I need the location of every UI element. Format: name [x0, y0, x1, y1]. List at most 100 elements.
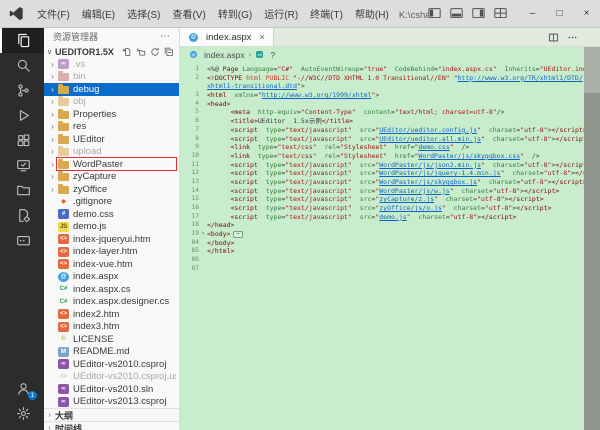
fold-collapsed-icon[interactable]: ›	[199, 230, 207, 239]
activity-search-button[interactable]	[0, 53, 44, 78]
code-line[interactable]: 7 <script type="text/javascript" src="UE…	[180, 126, 600, 135]
tree-item-zyoffice[interactable]: ›zyOffice	[44, 183, 179, 196]
code-line[interactable]: 1<%@ Page Language="C#" AutoEventWireup=…	[180, 65, 600, 74]
code-line[interactable]: 6 <title>UEditor 1.5x示例</title>	[180, 117, 600, 126]
tree-item-.vs[interactable]: ›∞.vs	[44, 58, 179, 71]
activity-remote-explorer-button[interactable]	[0, 153, 44, 178]
layout-sidebar-right-icon[interactable]	[472, 7, 485, 20]
menu-转到[interactable]: 转到(G)	[212, 2, 258, 25]
code-line[interactable]: 17 <script type="text/javascript" src="d…	[180, 213, 600, 222]
collapse-all-icon[interactable]	[164, 47, 174, 57]
code-line[interactable]: 2<!DOCTYPE html PUBLIC "-//W3C//DTD XHTM…	[180, 74, 600, 83]
refresh-icon[interactable]	[150, 47, 160, 57]
tree-item-debug[interactable]: ›debug	[44, 83, 179, 96]
tree-item-index.aspx[interactable]: @index.aspx	[44, 271, 179, 284]
tree-item-res[interactable]: ›res	[44, 121, 179, 134]
tree-item-readme.md[interactable]: MREADME.md	[44, 346, 179, 359]
activity-account-button[interactable]: 1	[0, 376, 44, 401]
layout-panel-bottom-icon[interactable]	[450, 7, 463, 20]
code-line[interactable]: 9 <link type="text/css" rel="Stylesheet"…	[180, 143, 600, 152]
tree-item-zycapture[interactable]: ›zyCapture	[44, 171, 179, 184]
breadcrumb-item[interactable]: <>?	[255, 50, 275, 60]
tree-item-index.aspx.designer.cs[interactable]: C#index.aspx.designer.cs	[44, 296, 179, 309]
minimap[interactable]	[584, 47, 600, 430]
menu-终端[interactable]: 终端(T)	[304, 2, 349, 25]
layout-sidebar-left-icon[interactable]	[428, 7, 441, 20]
project-section-header[interactable]: ∨ UEDITOR1.5X	[44, 45, 179, 58]
code-line[interactable]: 85</html>	[180, 247, 600, 256]
activity-extensions-button[interactable]	[0, 128, 44, 153]
activity-terminal-box-button[interactable]	[0, 228, 44, 253]
activity-explorer-button[interactable]	[0, 28, 44, 53]
menu-选择[interactable]: 选择(S)	[121, 2, 166, 25]
code-line[interactable]: 12 <script type="text/javascript" src="W…	[180, 169, 600, 178]
menu-查看[interactable]: 查看(V)	[166, 2, 211, 25]
tree-item-ueditor[interactable]: ›UEditor	[44, 133, 179, 146]
minimize-button[interactable]: –	[519, 0, 546, 27]
code-line[interactable]: 10 <link type="text/css" rel="Stylesheet…	[180, 152, 600, 161]
folded-region-badge[interactable]: ⋯	[233, 231, 242, 238]
tree-item-.gitignore[interactable]: ◆.gitignore	[44, 196, 179, 209]
code-line[interactable]: 84</body>	[180, 239, 600, 248]
code-line[interactable]: 18</head>	[180, 221, 600, 230]
code-line[interactable]: 11 <script type="text/javascript" src="W…	[180, 161, 600, 170]
code-line[interactable]: 16 <script type="text/javascript" src="z…	[180, 204, 600, 213]
split-editor-icon[interactable]	[548, 32, 559, 43]
code-line[interactable]: 8 <script type="text/javascript" src="UE…	[180, 135, 600, 144]
tree-item-upload[interactable]: ›upload	[44, 146, 179, 159]
tree-item-license[interactable]: ©LICENSE	[44, 333, 179, 346]
code-line[interactable]: 86	[180, 256, 600, 265]
breadcrumb-item[interactable]: @index.aspx	[189, 50, 245, 60]
code-line[interactable]: 14 <script type="text/javascript" src="W…	[180, 187, 600, 196]
tree-item-ueditor-vs2010.sln[interactable]: ∞UEditor-vs2010.sln	[44, 383, 179, 396]
activity-run-debug-button[interactable]	[0, 103, 44, 128]
tree-item-wordpaster[interactable]: ›WordPaster	[44, 158, 179, 171]
close-tab-icon[interactable]: ×	[259, 32, 264, 42]
new-folder-icon[interactable]	[136, 47, 146, 57]
explorer-more-actions-button[interactable]: ⋯	[160, 31, 170, 42]
code-line[interactable]: 3<html xmlns="http://www.w3.org/1999/xht…	[180, 91, 600, 100]
cs-file-icon: C#	[58, 297, 69, 307]
activity-project-file-button[interactable]	[0, 203, 44, 228]
tree-item-index2.htm[interactable]: <>index2.htm	[44, 308, 179, 321]
code-line[interactable]: 4<head>	[180, 100, 600, 109]
activity-settings-button[interactable]	[0, 401, 44, 426]
code-line[interactable]: 19›<body>⋯	[180, 230, 600, 239]
more-icon[interactable]	[567, 32, 578, 43]
menu-运行[interactable]: 运行(R)	[258, 2, 304, 25]
code-text: <script type="text/javascript" src="UEdi…	[207, 126, 600, 135]
panel-时间线[interactable]: ›时间线	[44, 421, 179, 430]
tree-item-demo.css[interactable]: #demo.css	[44, 208, 179, 221]
tab-index-aspx[interactable]: @ index.aspx ×	[180, 28, 274, 46]
menu-帮助[interactable]: 帮助(H)	[349, 2, 395, 25]
tree-item-ueditor-vs2010.csproj.user[interactable]: <>UEditor-vs2010.csproj.user	[44, 371, 179, 384]
tree-item-index-layer.htm[interactable]: <>index-layer.htm	[44, 246, 179, 259]
tree-item-bin[interactable]: ›bin	[44, 71, 179, 84]
menu-文件[interactable]: 文件(F)	[31, 2, 76, 25]
minimap-slider[interactable]	[584, 47, 600, 93]
tree-item-demo.js[interactable]: JSdemo.js	[44, 221, 179, 234]
tree-item-properties[interactable]: ›Properties	[44, 108, 179, 121]
activity-source-control-button[interactable]	[0, 78, 44, 103]
layout-customize-icon[interactable]	[494, 7, 507, 20]
tree-item-obj[interactable]: ›obj	[44, 96, 179, 109]
code-editor[interactable]: 1<%@ Page Language="C#" AutoEventWireup=…	[180, 62, 600, 430]
code-line[interactable]: 15 <script type="text/javascript" src="z…	[180, 195, 600, 204]
tree-item-ueditor-vs2013.csproj[interactable]: ∞UEditor-vs2013.csproj	[44, 396, 179, 409]
maximize-button[interactable]: □	[546, 0, 573, 27]
tree-item-index3.htm[interactable]: <>index3.htm	[44, 321, 179, 334]
activity-folder-library-button[interactable]	[0, 178, 44, 203]
tree-item-index.aspx.cs[interactable]: C#index.aspx.cs	[44, 283, 179, 296]
folder-file-icon	[58, 161, 69, 169]
panel-大纲[interactable]: ›大纲	[44, 408, 179, 421]
tree-item-index-vue.htm[interactable]: <>index-vue.htm	[44, 258, 179, 271]
code-line[interactable]: 87	[180, 265, 600, 274]
code-line[interactable]: 5 <meta http-equiv="Content-Type" conten…	[180, 108, 600, 117]
new-file-icon[interactable]	[122, 47, 132, 57]
code-line[interactable]: xhtml1-transitional.dtd">	[180, 82, 600, 91]
close-button[interactable]: ×	[573, 0, 600, 27]
menu-编辑[interactable]: 编辑(E)	[76, 2, 121, 25]
tree-item-index-jqueryui.htm[interactable]: <>index-jqueryui.htm	[44, 233, 179, 246]
tree-item-ueditor-vs2010.csproj[interactable]: ∞UEditor-vs2010.csproj	[44, 358, 179, 371]
code-line[interactable]: 13 <script type="text/javascript" src="W…	[180, 178, 600, 187]
